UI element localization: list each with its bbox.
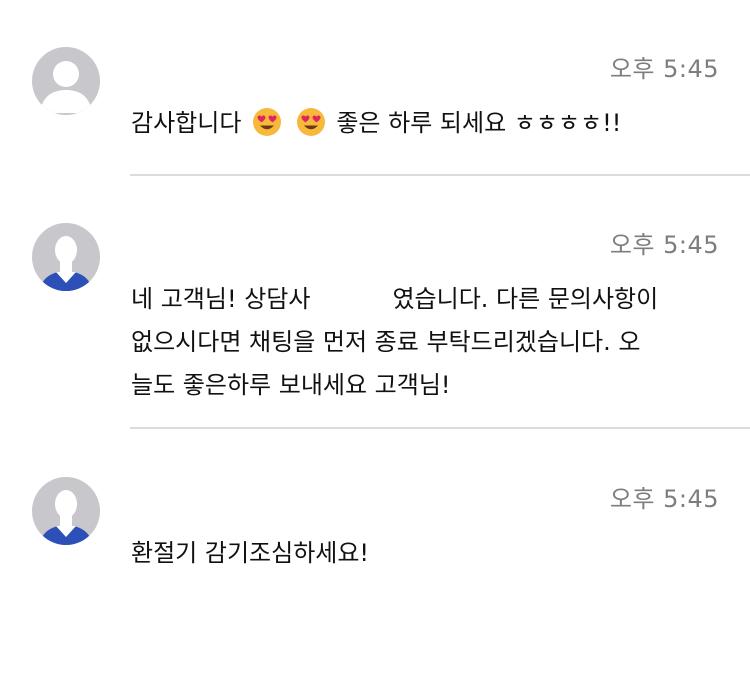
heart-eyes-emoji-icon <box>296 107 326 137</box>
message-time: 오후 5:45 <box>609 231 719 259</box>
message-text-part: 네 고객님! 상담사 <box>131 285 311 313</box>
chat-message: 오후 5:45 환절기 감기조심하세요! <box>0 430 750 681</box>
message-text-part: 좋은 하루 되세요 ㅎㅎㅎㅎ!! <box>336 109 622 137</box>
default-user-icon[interactable] <box>32 47 100 115</box>
chat-message-list: 오후 5:45 감사합니다 좋은 하루 되세요 ㅎㅎㅎㅎ!! 오후 5:45 네… <box>0 0 750 681</box>
chat-message: 오후 5:45 감사합니다 좋은 하루 되세요 ㅎㅎㅎㅎ!! <box>0 0 750 176</box>
message-line: 늘도 좋은하루 보내세요 고객님! <box>131 371 451 399</box>
message-line: 네 고객님! 상담사 였습니다. 다른 문의사항이 <box>131 278 716 321</box>
sender-name-redacted <box>130 236 230 250</box>
message-text: 감사합니다 좋은 하루 되세요 ㅎㅎㅎㅎ!! <box>131 102 716 145</box>
heart-eyes-emoji-icon <box>252 107 282 137</box>
agent-silhouette-icon[interactable] <box>32 477 100 545</box>
sender-name-redacted <box>130 488 230 502</box>
message-text-part: 였습니다. 다른 문의사항이 <box>392 285 659 313</box>
message-text: 환절기 감기조심하세요! <box>131 539 370 567</box>
message-time: 오후 5:45 <box>609 485 719 513</box>
message-line: 없으시다면 채팅을 먼저 종료 부탁드리겠습니다. 오 <box>131 328 641 356</box>
message-text: 네 고객님! 상담사 였습니다. 다른 문의사항이 없으시다면 채팅을 먼저 종료… <box>131 278 716 407</box>
message-time: 오후 5:45 <box>609 55 719 83</box>
agent-silhouette-icon[interactable] <box>32 223 100 291</box>
message-text-part: 감사합니다 <box>131 109 242 137</box>
chat-message: 오후 5:45 네 고객님! 상담사 였습니다. 다른 문의사항이 없으시다면 채… <box>0 176 750 429</box>
sender-name-redacted <box>130 60 220 74</box>
message-divider <box>130 427 750 429</box>
